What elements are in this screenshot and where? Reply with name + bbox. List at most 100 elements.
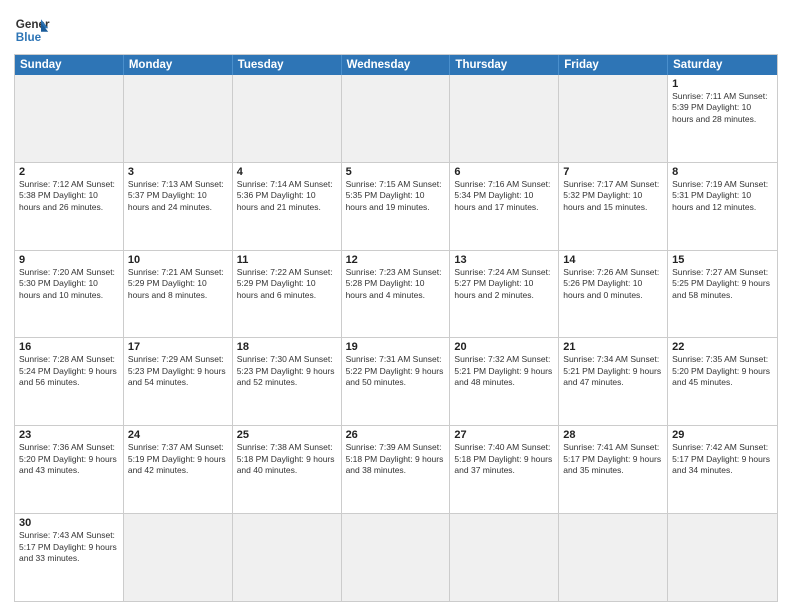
calendar-cell: 14Sunrise: 7:26 AM Sunset: 5:26 PM Dayli… <box>559 251 668 338</box>
day-info: Sunrise: 7:23 AM Sunset: 5:28 PM Dayligh… <box>346 267 446 301</box>
day-number: 8 <box>672 166 773 178</box>
day-number: 29 <box>672 429 773 441</box>
day-number: 1 <box>672 78 773 90</box>
day-info: Sunrise: 7:31 AM Sunset: 5:22 PM Dayligh… <box>346 354 446 388</box>
day-info: Sunrise: 7:43 AM Sunset: 5:17 PM Dayligh… <box>19 530 119 564</box>
day-info: Sunrise: 7:27 AM Sunset: 5:25 PM Dayligh… <box>672 267 773 301</box>
logo-icon: General Blue <box>14 12 50 48</box>
header-day-thursday: Thursday <box>450 55 559 75</box>
calendar-cell: 1Sunrise: 7:11 AM Sunset: 5:39 PM Daylig… <box>668 75 777 162</box>
calendar-row-4: 23Sunrise: 7:36 AM Sunset: 5:20 PM Dayli… <box>15 425 777 513</box>
logo: General Blue <box>14 12 54 48</box>
day-info: Sunrise: 7:38 AM Sunset: 5:18 PM Dayligh… <box>237 442 337 476</box>
calendar-cell <box>559 75 668 162</box>
calendar-row-0: 1Sunrise: 7:11 AM Sunset: 5:39 PM Daylig… <box>15 75 777 162</box>
calendar-cell <box>15 75 124 162</box>
calendar-cell: 18Sunrise: 7:30 AM Sunset: 5:23 PM Dayli… <box>233 338 342 425</box>
page-header: General Blue <box>14 12 778 48</box>
day-number: 26 <box>346 429 446 441</box>
day-number: 5 <box>346 166 446 178</box>
day-info: Sunrise: 7:21 AM Sunset: 5:29 PM Dayligh… <box>128 267 228 301</box>
calendar-cell: 20Sunrise: 7:32 AM Sunset: 5:21 PM Dayli… <box>450 338 559 425</box>
calendar-cell: 24Sunrise: 7:37 AM Sunset: 5:19 PM Dayli… <box>124 426 233 513</box>
day-info: Sunrise: 7:13 AM Sunset: 5:37 PM Dayligh… <box>128 179 228 213</box>
calendar-cell: 13Sunrise: 7:24 AM Sunset: 5:27 PM Dayli… <box>450 251 559 338</box>
day-number: 21 <box>563 341 663 353</box>
calendar-cell <box>342 75 451 162</box>
calendar-cell: 10Sunrise: 7:21 AM Sunset: 5:29 PM Dayli… <box>124 251 233 338</box>
calendar-cell: 4Sunrise: 7:14 AM Sunset: 5:36 PM Daylig… <box>233 163 342 250</box>
calendar-cell <box>559 514 668 601</box>
day-info: Sunrise: 7:37 AM Sunset: 5:19 PM Dayligh… <box>128 442 228 476</box>
calendar-cell: 29Sunrise: 7:42 AM Sunset: 5:17 PM Dayli… <box>668 426 777 513</box>
calendar-cell: 9Sunrise: 7:20 AM Sunset: 5:30 PM Daylig… <box>15 251 124 338</box>
day-info: Sunrise: 7:28 AM Sunset: 5:24 PM Dayligh… <box>19 354 119 388</box>
calendar-cell: 26Sunrise: 7:39 AM Sunset: 5:18 PM Dayli… <box>342 426 451 513</box>
day-number: 16 <box>19 341 119 353</box>
day-number: 22 <box>672 341 773 353</box>
day-number: 23 <box>19 429 119 441</box>
day-info: Sunrise: 7:14 AM Sunset: 5:36 PM Dayligh… <box>237 179 337 213</box>
day-info: Sunrise: 7:19 AM Sunset: 5:31 PM Dayligh… <box>672 179 773 213</box>
calendar-cell: 23Sunrise: 7:36 AM Sunset: 5:20 PM Dayli… <box>15 426 124 513</box>
day-number: 15 <box>672 254 773 266</box>
svg-text:Blue: Blue <box>16 31 42 44</box>
day-info: Sunrise: 7:36 AM Sunset: 5:20 PM Dayligh… <box>19 442 119 476</box>
calendar-cell <box>124 75 233 162</box>
calendar-cell <box>450 75 559 162</box>
calendar-row-3: 16Sunrise: 7:28 AM Sunset: 5:24 PM Dayli… <box>15 337 777 425</box>
day-info: Sunrise: 7:11 AM Sunset: 5:39 PM Dayligh… <box>672 91 773 125</box>
day-info: Sunrise: 7:41 AM Sunset: 5:17 PM Dayligh… <box>563 442 663 476</box>
day-number: 12 <box>346 254 446 266</box>
day-info: Sunrise: 7:22 AM Sunset: 5:29 PM Dayligh… <box>237 267 337 301</box>
calendar-cell: 5Sunrise: 7:15 AM Sunset: 5:35 PM Daylig… <box>342 163 451 250</box>
header-day-saturday: Saturday <box>668 55 777 75</box>
day-number: 11 <box>237 254 337 266</box>
calendar: SundayMondayTuesdayWednesdayThursdayFrid… <box>14 54 778 602</box>
calendar-cell: 2Sunrise: 7:12 AM Sunset: 5:38 PM Daylig… <box>15 163 124 250</box>
calendar-cell <box>450 514 559 601</box>
calendar-cell: 19Sunrise: 7:31 AM Sunset: 5:22 PM Dayli… <box>342 338 451 425</box>
calendar-cell: 12Sunrise: 7:23 AM Sunset: 5:28 PM Dayli… <box>342 251 451 338</box>
header-day-tuesday: Tuesday <box>233 55 342 75</box>
day-number: 4 <box>237 166 337 178</box>
day-number: 10 <box>128 254 228 266</box>
calendar-cell: 17Sunrise: 7:29 AM Sunset: 5:23 PM Dayli… <box>124 338 233 425</box>
day-number: 30 <box>19 517 119 529</box>
day-number: 28 <box>563 429 663 441</box>
calendar-header: SundayMondayTuesdayWednesdayThursdayFrid… <box>15 55 777 75</box>
calendar-cell: 3Sunrise: 7:13 AM Sunset: 5:37 PM Daylig… <box>124 163 233 250</box>
day-info: Sunrise: 7:39 AM Sunset: 5:18 PM Dayligh… <box>346 442 446 476</box>
day-number: 18 <box>237 341 337 353</box>
day-info: Sunrise: 7:34 AM Sunset: 5:21 PM Dayligh… <box>563 354 663 388</box>
header-day-sunday: Sunday <box>15 55 124 75</box>
day-info: Sunrise: 7:24 AM Sunset: 5:27 PM Dayligh… <box>454 267 554 301</box>
day-number: 24 <box>128 429 228 441</box>
calendar-cell: 28Sunrise: 7:41 AM Sunset: 5:17 PM Dayli… <box>559 426 668 513</box>
header-day-friday: Friday <box>559 55 668 75</box>
calendar-cell <box>233 75 342 162</box>
calendar-cell: 30Sunrise: 7:43 AM Sunset: 5:17 PM Dayli… <box>15 514 124 601</box>
calendar-row-2: 9Sunrise: 7:20 AM Sunset: 5:30 PM Daylig… <box>15 250 777 338</box>
calendar-cell <box>233 514 342 601</box>
day-info: Sunrise: 7:12 AM Sunset: 5:38 PM Dayligh… <box>19 179 119 213</box>
calendar-cell: 11Sunrise: 7:22 AM Sunset: 5:29 PM Dayli… <box>233 251 342 338</box>
day-number: 17 <box>128 341 228 353</box>
calendar-cell <box>124 514 233 601</box>
day-number: 27 <box>454 429 554 441</box>
day-number: 7 <box>563 166 663 178</box>
day-info: Sunrise: 7:42 AM Sunset: 5:17 PM Dayligh… <box>672 442 773 476</box>
day-info: Sunrise: 7:26 AM Sunset: 5:26 PM Dayligh… <box>563 267 663 301</box>
day-number: 6 <box>454 166 554 178</box>
day-info: Sunrise: 7:29 AM Sunset: 5:23 PM Dayligh… <box>128 354 228 388</box>
calendar-cell: 8Sunrise: 7:19 AM Sunset: 5:31 PM Daylig… <box>668 163 777 250</box>
day-number: 9 <box>19 254 119 266</box>
calendar-cell: 16Sunrise: 7:28 AM Sunset: 5:24 PM Dayli… <box>15 338 124 425</box>
calendar-cell: 7Sunrise: 7:17 AM Sunset: 5:32 PM Daylig… <box>559 163 668 250</box>
day-number: 19 <box>346 341 446 353</box>
day-info: Sunrise: 7:16 AM Sunset: 5:34 PM Dayligh… <box>454 179 554 213</box>
day-number: 3 <box>128 166 228 178</box>
calendar-body: 1Sunrise: 7:11 AM Sunset: 5:39 PM Daylig… <box>15 75 777 601</box>
header-day-monday: Monday <box>124 55 233 75</box>
day-number: 14 <box>563 254 663 266</box>
